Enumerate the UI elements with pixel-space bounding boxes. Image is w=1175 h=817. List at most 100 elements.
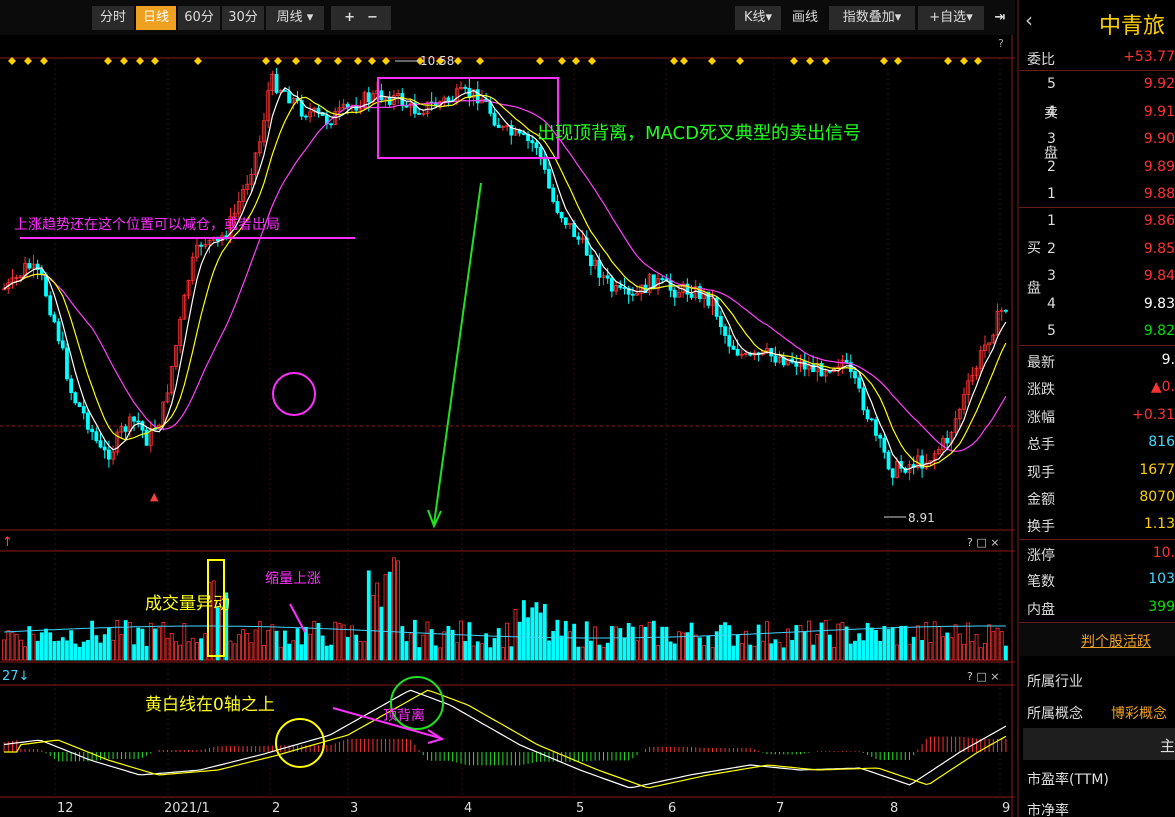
stat-row: 总手 816 — [1019, 429, 1175, 456]
level-label: 1 — [1047, 186, 1056, 202]
volume-bar — [358, 641, 363, 661]
kline-chart[interactable]: 10.58 8.91 出现顶背离，MACD死叉典型的卖出信号 上涨趋势还在这个位… — [0, 35, 1015, 817]
pe-label: 市盈率(TTM) — [1027, 772, 1109, 788]
zoom-controls: + − — [331, 6, 391, 30]
stat-value: 816 — [1148, 434, 1175, 451]
volume-bar — [178, 644, 183, 661]
volume-bar — [559, 635, 564, 661]
candle-body — [1004, 309, 1008, 312]
buy-level-row[interactable]: 1 9.86 — [1019, 208, 1175, 235]
candle-body — [90, 428, 95, 433]
volume-bar — [236, 634, 241, 661]
volume-bar — [555, 619, 560, 661]
period-intraday-button[interactable]: 分时 — [92, 6, 134, 30]
watchlist-dropdown[interactable]: +自选▾ — [918, 6, 984, 30]
volume-bar — [52, 641, 57, 661]
candle-body — [123, 426, 128, 432]
candle-body — [618, 285, 623, 288]
macd-panel-controls[interactable]: ? □ × — [967, 670, 999, 683]
candle-body — [98, 440, 103, 448]
volume-bar — [56, 640, 61, 661]
volume-bar — [303, 626, 308, 661]
period-60min-button[interactable]: 60分 — [178, 6, 220, 30]
volume-bar — [215, 607, 220, 661]
volume-bar — [744, 630, 748, 661]
volume-bar — [77, 646, 82, 661]
volume-bar — [568, 631, 572, 661]
volume-bar — [635, 640, 639, 661]
volume-bar — [521, 600, 526, 661]
sell-level-row[interactable]: 5 9.92 — [1019, 71, 1175, 98]
volume-bar — [245, 633, 250, 661]
period-30min-button[interactable]: 30分 — [222, 6, 264, 30]
period-daily-button[interactable]: 日线 — [136, 6, 176, 30]
volume-bar — [949, 637, 954, 661]
volume-bar — [505, 622, 509, 661]
volume-bar — [86, 639, 90, 661]
buy-level-row[interactable]: 2 9.85 — [1019, 236, 1175, 263]
price-value: 9.89 — [1143, 158, 1175, 175]
concept-row: 所属概念 博彩概念 — [1019, 698, 1175, 725]
candle-body — [563, 217, 568, 226]
volume-bar — [899, 625, 904, 661]
volume-bar — [844, 626, 849, 661]
volume-bar — [798, 624, 803, 661]
volume-bar — [354, 634, 359, 661]
weibi-row: 委比 +53.77 — [1019, 44, 1175, 71]
volume-bar — [249, 642, 254, 661]
volume-bar — [333, 621, 338, 661]
candle-body — [672, 289, 677, 298]
period-weekly-dropdown[interactable]: 周线 ▾ — [266, 6, 324, 30]
kline-dropdown[interactable]: K线▾ — [735, 6, 781, 30]
collapse-panel-icon[interactable]: ⇥ — [988, 6, 1012, 30]
volume-bar — [970, 640, 975, 661]
candle-body — [492, 112, 497, 126]
activity-link-row: 判个股活跃 — [1019, 622, 1175, 656]
activity-link[interactable]: 判个股活跃 — [1081, 631, 1151, 651]
volume-bar — [857, 633, 862, 661]
price-value: 9.85 — [1143, 240, 1175, 257]
volume-bar — [270, 624, 275, 661]
volume-bar — [446, 626, 451, 661]
volume-bar — [412, 619, 417, 661]
zoom-in-icon[interactable]: + — [344, 10, 355, 25]
index-overlay-dropdown[interactable]: 指数叠加▾ — [829, 6, 915, 30]
stat-label: 总手 — [1027, 437, 1055, 454]
volume-bar — [626, 622, 631, 661]
sell-level-row[interactable]: 2 9.89 — [1019, 154, 1175, 181]
volume-bar — [807, 620, 811, 661]
sell-level-row[interactable]: 1 9.88 — [1019, 181, 1175, 208]
concept-value[interactable]: 博彩概念 — [1111, 703, 1167, 723]
draw-line-button[interactable]: 画线 — [785, 6, 825, 30]
stat-row: 换手 1.13 — [1019, 511, 1175, 538]
zoom-out-icon[interactable]: − — [367, 10, 378, 25]
buy-level-row[interactable]: 4 9.83 — [1019, 291, 1175, 318]
buy-level-row[interactable]: 3 9.84 — [1019, 263, 1175, 290]
volume-bar — [760, 640, 765, 661]
volume-bar — [869, 627, 874, 661]
x-tick-label: 9 — [1002, 801, 1010, 816]
volume-bar — [643, 626, 648, 661]
level-label: 3 — [1047, 131, 1056, 147]
stat-row: 现手 1677 — [1019, 457, 1175, 484]
volume-bar — [65, 640, 69, 661]
sell-level-row[interactable]: 3 9.90 — [1019, 126, 1175, 153]
sell-level-row[interactable]: 4 9.91 — [1019, 99, 1175, 126]
volume-bar — [706, 635, 711, 661]
price-value: 9.84 — [1143, 268, 1175, 284]
volume-bar — [39, 632, 44, 661]
buy-level-row[interactable]: 5 9.82 — [1019, 318, 1175, 345]
volume-bar — [702, 645, 707, 661]
volume-bar — [584, 621, 589, 661]
candle-body — [874, 419, 878, 436]
volume-bar — [2, 639, 6, 661]
candle-body — [559, 212, 564, 219]
price-value: 9.91 — [1143, 103, 1175, 120]
candle-body — [735, 348, 740, 356]
stat-row: 内盘 399 — [1019, 594, 1175, 621]
back-icon[interactable]: ‹ — [1025, 8, 1033, 32]
volume-bar — [731, 645, 736, 661]
volume-bar — [27, 626, 32, 661]
volume-bar — [421, 634, 426, 661]
volume-panel-controls[interactable]: ? □ × — [967, 536, 999, 549]
